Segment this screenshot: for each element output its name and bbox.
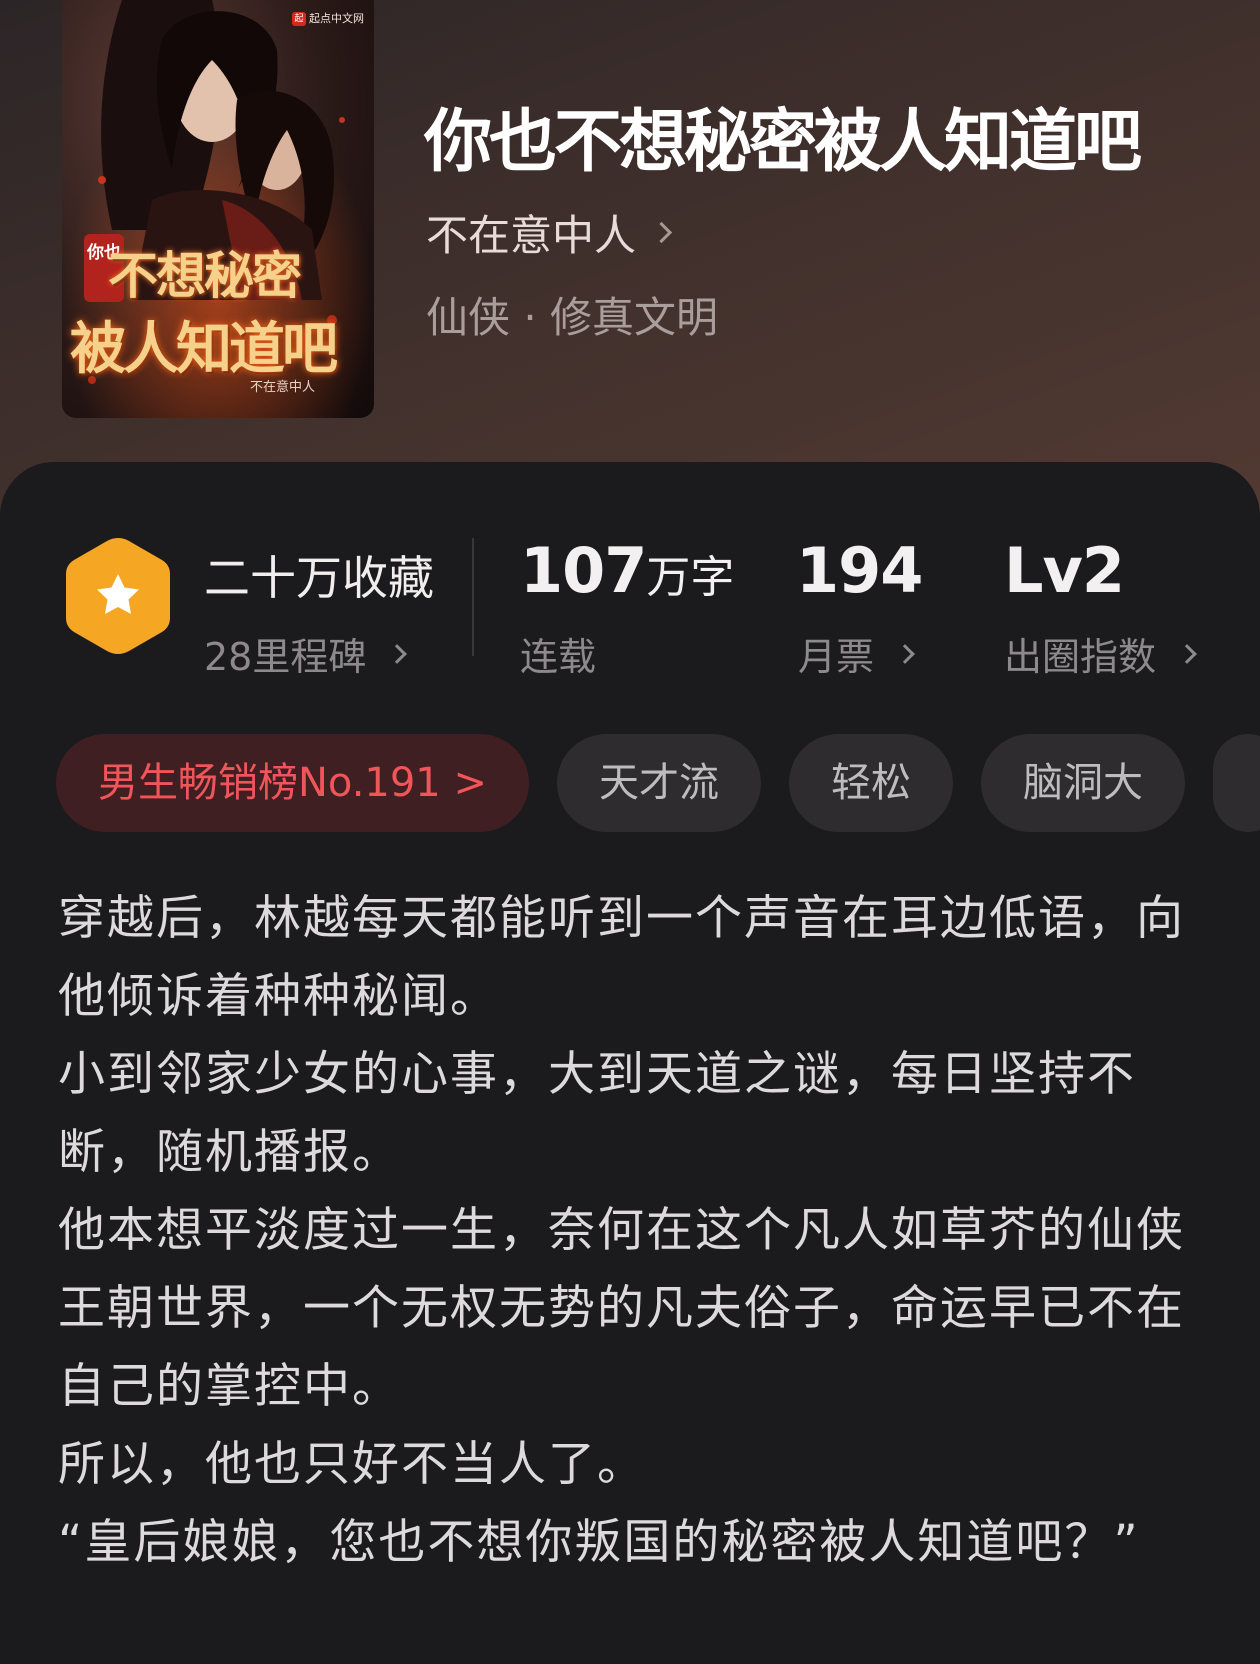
author-name: 不在意中人 bbox=[426, 211, 637, 260]
qidian-logo-icon: 起 bbox=[292, 12, 306, 26]
serial-status: 连载 bbox=[520, 635, 597, 679]
star-badge-icon bbox=[66, 538, 170, 654]
cover-title-line1: 不想秘密 bbox=[108, 246, 302, 305]
book-title: 你也不想秘密被人知道吧 bbox=[424, 102, 1142, 182]
book-cover[interactable]: 起起点中文网 你也 不想秘密 被人知道吧 不在意中人 bbox=[62, 0, 374, 418]
synopsis-paragraph: 他本想平淡度过一生，奈何在这个凡人如草芥的仙侠王朝世界，一个无权无势的凡夫俗子，… bbox=[58, 1203, 1185, 1414]
chevron-right-icon bbox=[650, 221, 673, 244]
book-info-card: 二十万收藏 28里程碑 107万字 连载 194 月票 Lv2 出圈指数 男生畅… bbox=[0, 462, 1260, 1664]
collect-count: 二十万收藏 bbox=[204, 551, 434, 605]
synopsis-paragraph: 穿越后，林越每天都能听到一个声音在耳边低语，向他倾诉着种种秘闻。 bbox=[58, 891, 1185, 1024]
tag-item[interactable]: 轻松 bbox=[788, 734, 953, 832]
synopsis-paragraph: 所以，他也只好不当人了。 bbox=[58, 1437, 646, 1492]
monthly-votes-count: 194 bbox=[796, 534, 923, 607]
tag-item[interactable]: 天才流 bbox=[556, 734, 761, 832]
synopsis-paragraph: “皇后娘娘，您也不想你叛国的秘密被人知道吧？” bbox=[58, 1515, 1140, 1570]
stats-divider bbox=[472, 538, 474, 656]
chevron-right-icon bbox=[1177, 643, 1197, 664]
ranking-tag[interactable]: 男生畅销榜No.191 > bbox=[56, 734, 529, 832]
book-header: 起起点中文网 你也 不想秘密 被人知道吧 不在意中人 你也不想秘密被人知道吧 不… bbox=[0, 0, 1260, 520]
book-genre: 仙侠 · 修真文明 bbox=[426, 293, 719, 342]
popularity-index-link[interactable]: 出圈指数 bbox=[1004, 626, 1197, 681]
cover-author: 不在意中人 bbox=[250, 380, 316, 395]
chevron-right-icon bbox=[895, 643, 915, 664]
tag-list: 男生畅销榜No.191 > 天才流 轻松 脑洞大 bbox=[56, 734, 1260, 832]
synopsis-paragraph: 小到邻家少女的心事，大到天道之谜，每日坚持不断，随机播报。 bbox=[58, 1047, 1136, 1180]
cover-publisher: 起起点中文网 bbox=[292, 10, 364, 26]
monthly-votes-link[interactable]: 月票 bbox=[798, 626, 915, 681]
book-synopsis: 穿越后，林越每天都能听到一个声音在耳边低语，向他倾诉着种种秘闻。 小到邻家少女的… bbox=[58, 880, 1198, 1582]
milestone-link[interactable]: 28里程碑 bbox=[204, 626, 408, 681]
stats-row: 二十万收藏 28里程碑 107万字 连载 194 月票 Lv2 出圈指数 bbox=[0, 534, 1260, 679]
chevron-right-icon bbox=[387, 643, 408, 664]
cover-title-line2: 被人知道吧 bbox=[70, 316, 338, 382]
tag-item-partial[interactable] bbox=[1212, 734, 1260, 832]
author-link[interactable]: 不在意中人 bbox=[426, 202, 673, 263]
word-count: 107万字 bbox=[520, 534, 735, 607]
book-detail-page: 起起点中文网 你也 不想秘密 被人知道吧 不在意中人 你也不想秘密被人知道吧 不… bbox=[0, 0, 1260, 1664]
tag-item[interactable]: 脑洞大 bbox=[980, 734, 1185, 832]
popularity-index-level: Lv2 bbox=[1004, 534, 1125, 607]
